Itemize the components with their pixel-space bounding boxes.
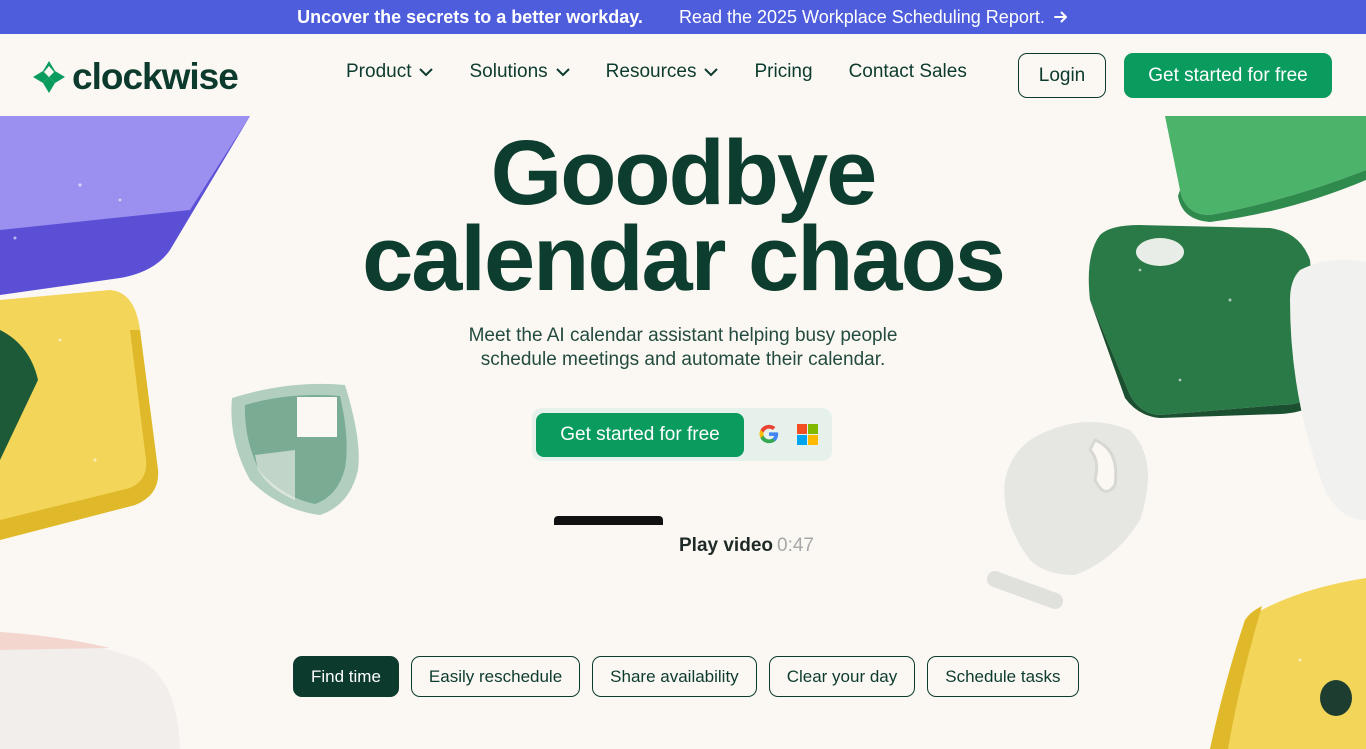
hero-subtitle-line-1: Meet the AI calendar assistant helping b… bbox=[468, 325, 898, 346]
hero-title-line-1: Goodbye bbox=[490, 122, 878, 224]
clockwise-logo-icon bbox=[33, 61, 65, 93]
nav-item-label: Resources bbox=[605, 61, 697, 82]
nav-item-resources[interactable]: Resources bbox=[606, 61, 719, 83]
login-button[interactable]: Login bbox=[1018, 53, 1106, 98]
video-duration: 0:47 bbox=[777, 535, 814, 556]
get-started-hero-button[interactable]: Get started for free bbox=[536, 413, 744, 457]
hero-subtitle: Meet the AI calendar assistant helping b… bbox=[433, 324, 933, 372]
tab-find-time[interactable]: Find time bbox=[293, 656, 399, 697]
clockwise-logo[interactable]: clockwise bbox=[32, 56, 239, 98]
hero-title-line-2: calendar chaos bbox=[362, 208, 1006, 310]
announcement-banner: Uncover the secrets to a better workday.… bbox=[0, 0, 1366, 34]
chevron-down-icon bbox=[704, 67, 719, 76]
nav-menu: Product Solutions Resources Pricing Cont… bbox=[346, 61, 967, 83]
banner-link-label: Read the 2025 Workplace Scheduling Repor… bbox=[678, 6, 1045, 27]
nav-item-pricing[interactable]: Pricing bbox=[754, 61, 812, 83]
nav-item-solutions[interactable]: Solutions bbox=[469, 61, 570, 83]
nav-item-label: Pricing bbox=[754, 61, 813, 82]
video-thumbnail[interactable] bbox=[554, 516, 663, 525]
hero-title: Goodbye calendar chaos bbox=[0, 122, 1366, 310]
nav-item-product[interactable]: Product bbox=[346, 61, 434, 83]
shield-shape bbox=[231, 383, 359, 515]
chevron-down-icon bbox=[419, 67, 434, 76]
chevron-down-icon bbox=[555, 67, 570, 76]
google-icon[interactable] bbox=[758, 423, 780, 445]
feature-tabs: Find time Easily reschedule Share availa… bbox=[293, 656, 1079, 697]
tab-easily-reschedule[interactable]: Easily reschedule bbox=[410, 656, 581, 697]
nav-item-label: Contact Sales bbox=[848, 61, 967, 82]
play-video-link[interactable]: Play video 0:47 bbox=[679, 535, 814, 557]
tab-clear-your-day[interactable]: Clear your day bbox=[768, 656, 916, 697]
top-navigation: clockwise Product Solutions Resources Pr… bbox=[0, 34, 1366, 116]
nav-item-label: Solutions bbox=[469, 61, 548, 82]
banner-report-link[interactable]: Read the 2025 Workplace Scheduling Repor… bbox=[679, 7, 1069, 28]
white-block-shape bbox=[0, 632, 180, 749]
hero-subtitle-line-2: schedule meetings and automate their cal… bbox=[480, 349, 886, 370]
logo-wordmark: clockwise bbox=[72, 56, 239, 97]
arrow-right-icon bbox=[1053, 11, 1067, 23]
get-started-nav-button[interactable]: Get started for free bbox=[1124, 53, 1332, 98]
nav-item-contact-sales[interactable]: Contact Sales bbox=[849, 61, 967, 83]
lightbulb-shape bbox=[986, 422, 1148, 609]
microsoft-icon[interactable] bbox=[797, 424, 818, 445]
banner-headline: Uncover the secrets to a better workday. bbox=[297, 6, 643, 27]
nav-item-label: Product bbox=[346, 61, 412, 82]
play-video-label: Play video bbox=[679, 535, 773, 556]
tab-schedule-tasks[interactable]: Schedule tasks bbox=[927, 656, 1079, 697]
tab-share-availability[interactable]: Share availability bbox=[592, 656, 757, 697]
